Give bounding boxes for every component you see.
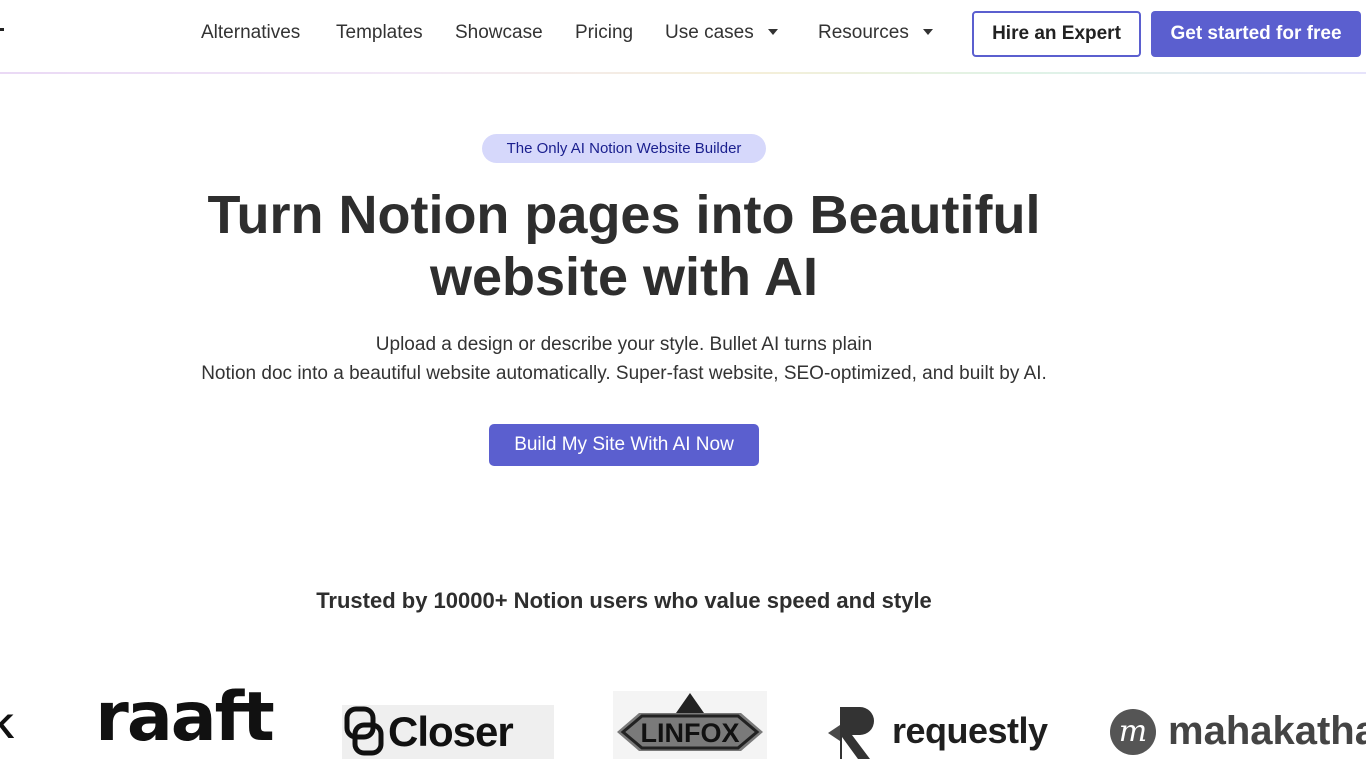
- hero-subtext: Upload a design or describe your style. …: [130, 330, 1118, 388]
- hero-headline: Turn Notion pages into Beautiful website…: [207, 185, 1041, 307]
- linfox-badge-icon: LINFOX: [617, 693, 763, 751]
- chevron-down-icon: [767, 28, 778, 35]
- hero-subtext-line: Notion doc into a beautiful website auto…: [201, 363, 1047, 384]
- chevron-down-icon: [922, 28, 933, 35]
- top-navigation: Alternatives Templates Showcase Pricing …: [0, 0, 1366, 72]
- mahakatha-mark-icon: m: [1110, 708, 1156, 755]
- partial-customer-logo: K: [0, 708, 14, 759]
- nav-link-templates[interactable]: Templates: [336, 22, 423, 44]
- requestly-mark-icon: [828, 707, 874, 759]
- closer-logo: Closer: [342, 705, 554, 759]
- hire-expert-button[interactable]: Hire an Expert: [972, 11, 1141, 57]
- hero-subtext-line: Upload a design or describe your style. …: [375, 334, 873, 355]
- brand-logo[interactable]: [0, 28, 4, 31]
- get-started-button[interactable]: Get started for free: [1151, 11, 1361, 57]
- nav-link-alternatives[interactable]: Alternatives: [201, 22, 300, 44]
- nav-dropdown-use-cases[interactable]: Use cases: [665, 22, 778, 44]
- nav-dropdown-label: Resources: [818, 22, 909, 43]
- closer-mark-icon: [344, 706, 384, 756]
- build-site-cta-button[interactable]: Build My Site With AI Now: [489, 424, 759, 466]
- nav-link-showcase[interactable]: Showcase: [455, 22, 543, 44]
- mahakatha-logo: m mahakatha: [1110, 704, 1366, 759]
- requestly-logo: requestly: [826, 703, 1054, 759]
- mahakatha-wordmark: mahakatha: [1168, 709, 1366, 753]
- trusted-by-heading: Trusted by 10000+ Notion users who value…: [316, 588, 932, 613]
- linfox-wordmark: LINFOX: [641, 718, 740, 748]
- nav-dropdown-label: Use cases: [665, 22, 754, 43]
- closer-wordmark: Closer: [388, 708, 514, 755]
- nav-link-pricing[interactable]: Pricing: [575, 22, 633, 44]
- requestly-wordmark: requestly: [892, 710, 1048, 751]
- raaft-logo: raaft: [85, 676, 283, 759]
- linfox-logo: LINFOX: [613, 691, 767, 759]
- hero-badge: The Only AI Notion Website Builder: [482, 134, 766, 163]
- nav-dropdown-resources[interactable]: Resources: [818, 22, 933, 44]
- nav-divider: [0, 72, 1366, 74]
- partial-logo-text: K: [0, 708, 14, 746]
